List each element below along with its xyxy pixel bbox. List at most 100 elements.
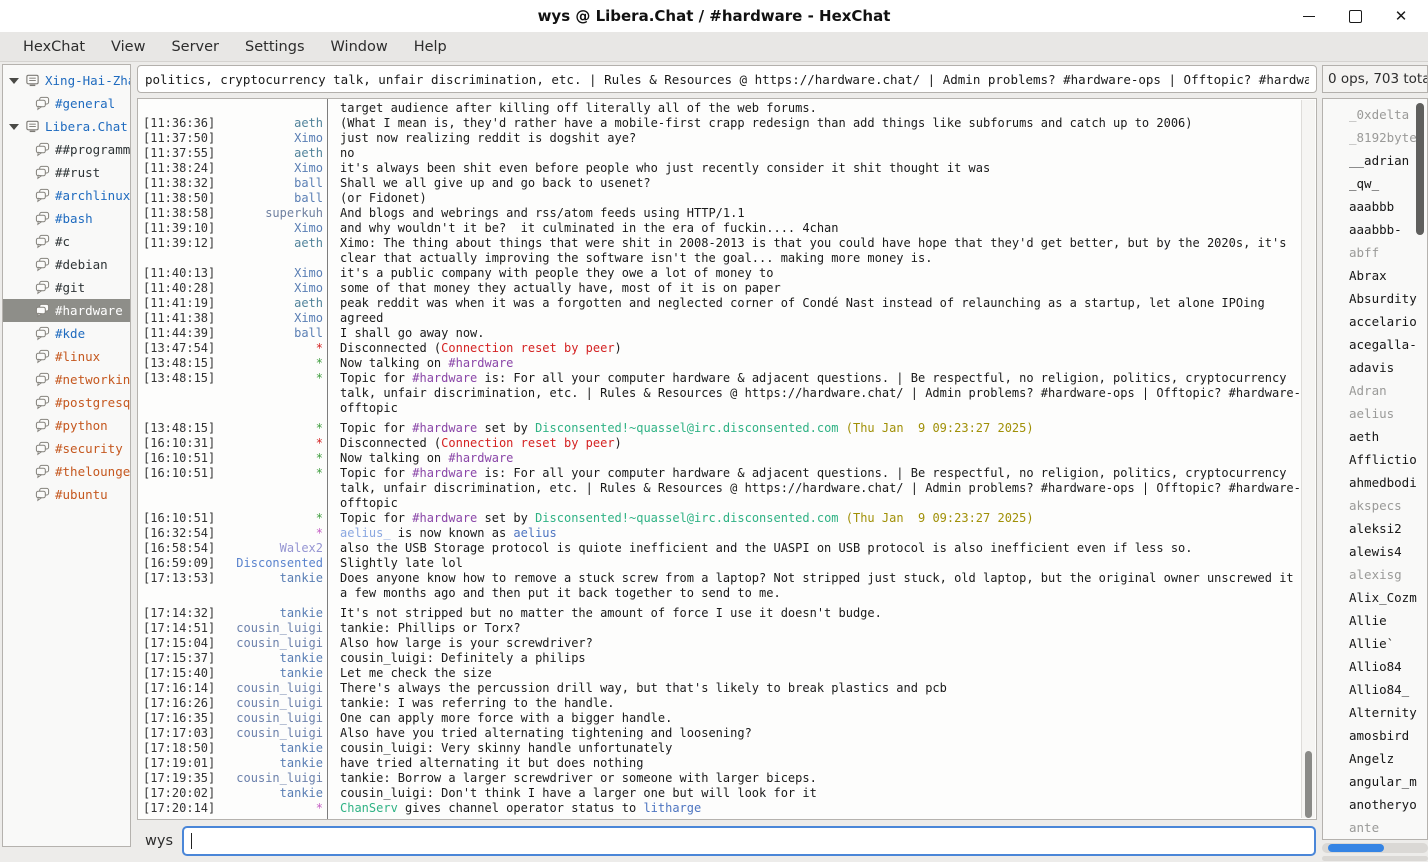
topic-input[interactable] bbox=[137, 65, 1317, 93]
window-controls: ✕ bbox=[1286, 0, 1424, 32]
userlist-item-absurdity[interactable]: Absurdity bbox=[1323, 287, 1427, 310]
bottom-scrollbar-track[interactable] bbox=[1322, 856, 1428, 861]
tree-item--security[interactable]: #security bbox=[3, 437, 130, 460]
tree-item-label: ##programming bbox=[55, 142, 130, 157]
userlist-item-angular-m[interactable]: angular_m bbox=[1323, 770, 1427, 793]
tree-item--linux[interactable]: #linux bbox=[3, 345, 130, 368]
tree-item-label: Libera.Chat bbox=[45, 119, 128, 134]
userlist-item-aaabbb-[interactable]: aaabbb- bbox=[1323, 218, 1427, 241]
userlist-item-allio84-[interactable]: Allio84_ bbox=[1323, 678, 1427, 701]
message-segment: set by bbox=[477, 511, 535, 525]
message: Topic for #hardware is: For all your com… bbox=[330, 466, 1301, 511]
message: ChanServ gives channel operator status t… bbox=[330, 801, 1301, 816]
message-segment: Connection reset by peer bbox=[441, 341, 614, 355]
tree-item--networking[interactable]: #networking bbox=[3, 368, 130, 391]
userlist-scrollbar[interactable] bbox=[1415, 101, 1425, 837]
close-button[interactable]: ✕ bbox=[1378, 0, 1424, 32]
userlist-hscrollbar-thumb[interactable] bbox=[1328, 844, 1384, 852]
userlist-item-abff[interactable]: abff bbox=[1323, 241, 1427, 264]
userlist-item-allie[interactable]: Allie bbox=[1323, 609, 1427, 632]
nick: * bbox=[223, 466, 330, 511]
userlist-hscrollbar[interactable] bbox=[1322, 843, 1428, 853]
tree-item--python[interactable]: #python bbox=[3, 414, 130, 437]
message: target audience after killing off litera… bbox=[330, 101, 1301, 116]
message-segment: cousin_luigi: Don't think I have a large… bbox=[340, 786, 817, 800]
message-segment: have tried alternating it but does nothi… bbox=[340, 756, 643, 770]
menu-item-view[interactable]: View bbox=[98, 32, 158, 62]
tree-item--git[interactable]: #git bbox=[3, 276, 130, 299]
userlist-item-accelario[interactable]: accelario bbox=[1323, 310, 1427, 333]
expander-icon[interactable] bbox=[9, 124, 19, 130]
message-segment: agreed bbox=[340, 311, 383, 325]
tree-item--c[interactable]: #c bbox=[3, 230, 130, 253]
message: tankie: Phillips or Torx? bbox=[330, 621, 1301, 636]
userlist-item-aelius[interactable]: aelius bbox=[1323, 402, 1427, 425]
tree-item--bash[interactable]: #bash bbox=[3, 207, 130, 230]
userlist-item-anotheryo[interactable]: anotheryo bbox=[1323, 793, 1427, 816]
maximize-button[interactable] bbox=[1332, 0, 1378, 32]
minimize-button[interactable] bbox=[1286, 0, 1332, 32]
userlist-item--qw-[interactable]: _qw_ bbox=[1323, 172, 1427, 195]
timestamp: [17:18:50] bbox=[140, 741, 223, 756]
userlist-item-alewis4[interactable]: alewis4 bbox=[1323, 540, 1427, 563]
chat-line: [17:14:51]cousin_luigitankie: Phillips o… bbox=[140, 621, 1301, 636]
message-segment: Topic for bbox=[340, 421, 412, 435]
userlist-item-ante[interactable]: ante bbox=[1323, 816, 1427, 839]
timestamp: [11:39:10] bbox=[140, 221, 223, 236]
userlist-item-alternity[interactable]: Alternity bbox=[1323, 701, 1427, 724]
nick: Ximo bbox=[223, 221, 330, 236]
userlist-item-aeth[interactable]: aeth bbox=[1323, 425, 1427, 448]
nick: * bbox=[223, 356, 330, 371]
userlist-item-allie-[interactable]: Allie` bbox=[1323, 632, 1427, 655]
userlist-item-aaabbb[interactable]: aaabbb bbox=[1323, 195, 1427, 218]
tree-item-xing-hai-zhan[interactable]: Xing-Hai-Zhan bbox=[3, 69, 130, 92]
userlist-item-allio84[interactable]: Allio84 bbox=[1323, 655, 1427, 678]
chat-scrollbar-thumb[interactable] bbox=[1305, 751, 1312, 818]
userlist-item-amosbird[interactable]: amosbird bbox=[1323, 724, 1427, 747]
userlist-item-abrax[interactable]: Abrax bbox=[1323, 264, 1427, 287]
message-segment: Also have you tried alternating tighteni… bbox=[340, 726, 752, 740]
userlist-item-adavis[interactable]: adavis bbox=[1323, 356, 1427, 379]
userlist-scrollbar-thumb[interactable] bbox=[1416, 103, 1424, 235]
tree-item-label: #bash bbox=[55, 211, 93, 226]
userlist-item-angelz[interactable]: Angelz bbox=[1323, 747, 1427, 770]
userlist-item-alix-cozm[interactable]: Alix_Cozm bbox=[1323, 586, 1427, 609]
chat-scrollbar[interactable] bbox=[1301, 100, 1315, 818]
userlist-item-adran[interactable]: Adran bbox=[1323, 379, 1427, 402]
userlist-item-aleksi2[interactable]: aleksi2 bbox=[1323, 517, 1427, 540]
tree-item--general[interactable]: #general bbox=[3, 92, 130, 115]
timestamp: [17:15:04] bbox=[140, 636, 223, 651]
timestamp: [11:36:36] bbox=[140, 116, 223, 131]
userlist-item-afflictio[interactable]: Afflictio bbox=[1323, 448, 1427, 471]
tree-item--kde[interactable]: #kde bbox=[3, 322, 130, 345]
tree-item--hardware[interactable]: #hardware bbox=[3, 299, 130, 322]
userlist-item-acegalla-[interactable]: acegalla- bbox=[1323, 333, 1427, 356]
tree-item-label: #kde bbox=[55, 326, 85, 341]
nick: cousin_luigi bbox=[223, 636, 330, 651]
tree-item--archlinux[interactable]: #archlinux bbox=[3, 184, 130, 207]
tree-item--programming[interactable]: ##programming bbox=[3, 138, 130, 161]
userlist-item--0xdelta[interactable]: _0xdelta bbox=[1323, 103, 1427, 126]
userlist-item-ahmedbodi[interactable]: ahmedbodi bbox=[1323, 471, 1427, 494]
tree-item--ubuntu[interactable]: #ubuntu bbox=[3, 483, 130, 506]
menu-item-hexchat[interactable]: HexChat bbox=[10, 32, 98, 62]
tree-item--thelounge[interactable]: #thelounge bbox=[3, 460, 130, 483]
userlist-item-alexisg[interactable]: alexisg bbox=[1323, 563, 1427, 586]
tree-item-libera-chat[interactable]: Libera.Chat bbox=[3, 115, 130, 138]
tree-item--rust[interactable]: ##rust bbox=[3, 161, 130, 184]
tree-item--postgresql[interactable]: #postgresql bbox=[3, 391, 130, 414]
chat-line: [11:37:55]aethno bbox=[140, 146, 1301, 161]
menu-item-help[interactable]: Help bbox=[401, 32, 460, 62]
userlist-item-akspecs[interactable]: akspecs bbox=[1323, 494, 1427, 517]
menu-item-server[interactable]: Server bbox=[158, 32, 232, 62]
chat-line: [16:10:51]*Topic for #hardware is: For a… bbox=[140, 466, 1301, 511]
userlist-item--adrian[interactable]: __adrian bbox=[1323, 149, 1427, 172]
message-input[interactable] bbox=[182, 826, 1316, 856]
expander-icon[interactable] bbox=[9, 78, 19, 84]
userlist-item--8192byte[interactable]: _8192byte bbox=[1323, 126, 1427, 149]
chat-line: [16:59:09]DisconsentedSlightly late lol bbox=[140, 556, 1301, 571]
tree-item--debian[interactable]: #debian bbox=[3, 253, 130, 276]
menu-item-window[interactable]: Window bbox=[318, 32, 401, 62]
message-segment: it's a public company with people they o… bbox=[340, 266, 773, 280]
menu-item-settings[interactable]: Settings bbox=[232, 32, 317, 62]
